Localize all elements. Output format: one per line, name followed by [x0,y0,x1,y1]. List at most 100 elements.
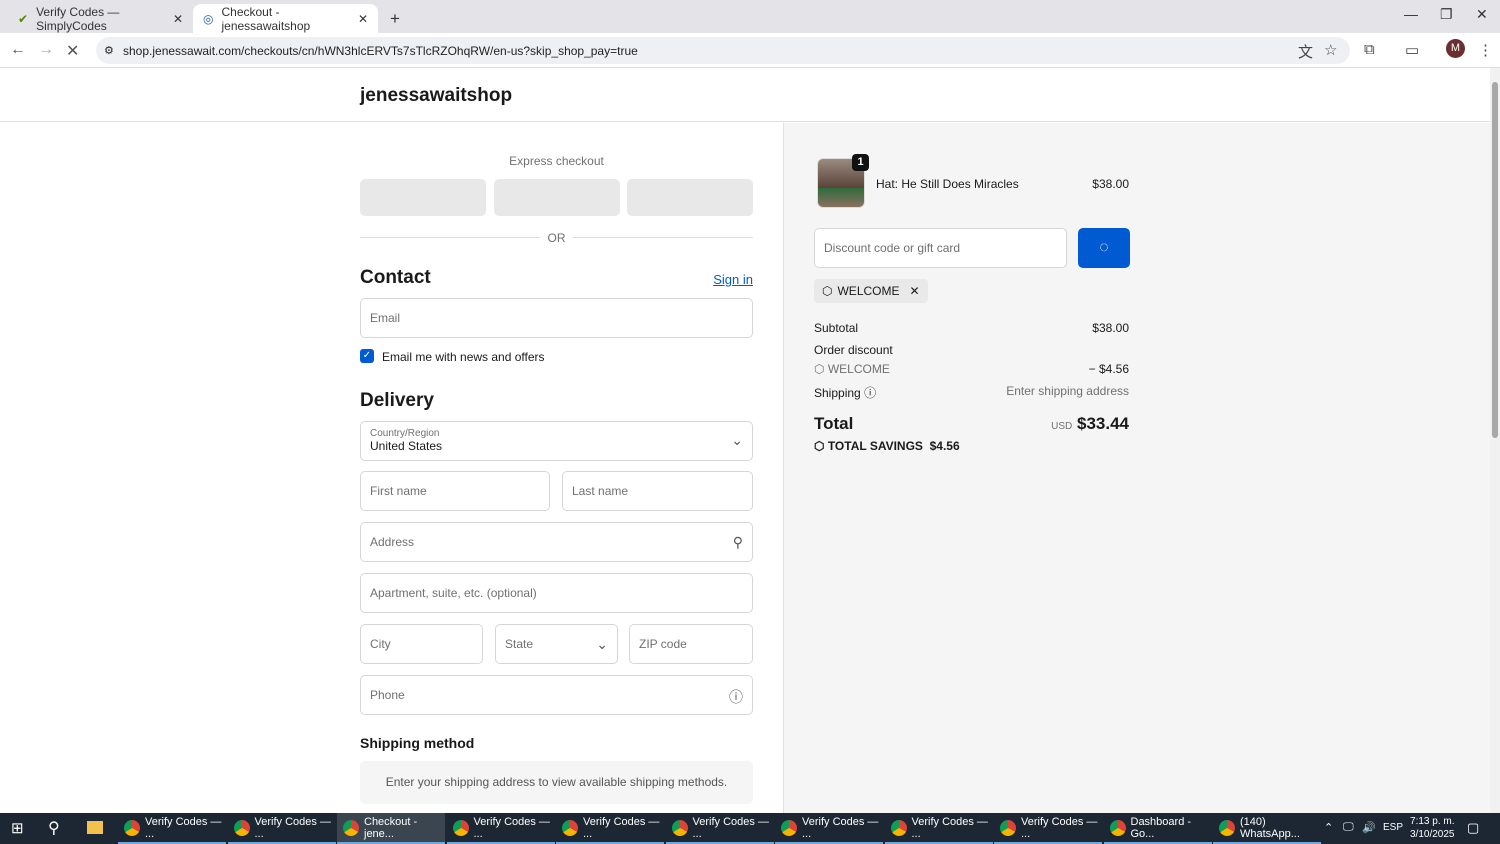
address-bar-row: ← → ✕ ⚙ shop.jenessawait.com/checkouts/cn… [0,33,1500,68]
date: 3/10/2025 [1410,829,1455,840]
minimize-button[interactable]: — [1404,6,1418,22]
tags-icon: ⬡ [814,439,828,453]
chevron-down-icon: ⌄ [596,636,608,652]
back-button[interactable]: ← [10,41,26,59]
currency: USD [1051,421,1073,432]
email-field[interactable]: Email [360,298,753,338]
restore-button[interactable]: ❐ [1440,6,1453,23]
close-tab-icon[interactable]: ✕ [173,12,183,26]
address-field[interactable]: Address ⚲ [360,522,753,562]
express-button-1[interactable] [360,179,486,216]
tag-icon: ⬡ [814,362,828,376]
quantity-badge: 1 [852,154,869,171]
profile-avatar[interactable]: M [1446,39,1465,58]
taskbar-app-10[interactable]: (140) WhatsApp... [1213,813,1321,844]
show-hidden-icons[interactable]: ⌃ [1324,821,1333,834]
volume-icon[interactable]: 🔊 [1362,821,1376,834]
file-explorer-icon[interactable] [87,821,103,834]
taskbar-app-label: Verify Codes — ... [145,815,222,840]
tab-verify-codes[interactable]: ✔ Verify Codes — SimplyCodes ✕ [8,4,193,33]
taskbar-app-7[interactable]: Verify Codes — ... [884,813,993,844]
taskbar-app-8[interactable]: Verify Codes — ... [994,813,1102,844]
taskbar-app-label: Verify Codes — ... [473,815,550,840]
tab-search-icon[interactable]: ▭ [1405,41,1419,59]
menu-icon[interactable]: ⋮ [1478,41,1493,59]
shipping-method-message: Enter your shipping address to view avai… [360,761,753,804]
total-value: $33.44 [1077,414,1129,433]
help-icon[interactable]: ⓘ [864,386,876,400]
forward-button[interactable]: → [38,41,54,59]
loading-icon: ◎ [203,11,214,26]
shipping-method-heading: Shipping method [360,735,475,751]
express-checkout-label: Express checkout [509,154,604,168]
url-input[interactable]: ⚙ shop.jenessawait.com/checkouts/cn/hWN3h… [96,37,1350,64]
last-name-field[interactable]: Last name [562,471,753,511]
scrollbar-thumb[interactable] [1492,82,1498,438]
taskbar-app-9[interactable]: Dashboard - Go... [1103,813,1212,844]
clock[interactable]: 7:13 p. m. 3/10/2025 [1410,815,1455,841]
spinner-icon: ◌ [1099,239,1109,256]
zip-field[interactable]: ZIP code [629,624,753,664]
chrome-icon [124,819,140,836]
taskbar-app-4[interactable]: Verify Codes — ... [556,813,664,844]
chrome-icon [562,819,578,836]
chrome-icon [781,819,797,836]
city-field[interactable]: City [360,624,483,664]
search-icon[interactable]: ⚲ [48,818,60,838]
extensions-icon[interactable]: ⧉ [1364,41,1375,58]
taskbar-app-0[interactable]: Verify Codes — ... [118,813,226,844]
total-line: USD $33.44 [1051,414,1129,434]
bookmark-star-icon[interactable]: ☆ [1324,41,1337,59]
newsletter-checkbox[interactable]: ✓ [360,349,374,363]
express-button-3[interactable] [627,179,753,216]
chrome-icon [452,819,469,836]
discount-code: WELCOME [827,362,890,376]
windows-start-icon[interactable]: ⊞ [11,819,24,837]
tab-bar: ✔ Verify Codes — SimplyCodes ✕ ◎ Checkout -… [0,0,1500,33]
notifications-icon[interactable]: ▢ [1467,820,1479,836]
taskbar-app-2[interactable]: Checkout - jene... [337,813,445,844]
shipping-label: Shipping [814,386,861,400]
savings-label: TOTAL SAVINGS [827,439,923,453]
apply-discount-button[interactable]: ◌ [1078,228,1130,268]
new-tab-button[interactable]: + [380,4,410,33]
taskbar-app-1[interactable]: Verify Codes — ... [227,813,336,844]
order-discount-label: Order discount [814,343,893,357]
contact-heading: Contact [360,267,431,288]
applied-discount-tag: ⬡ WELCOME ✕ [814,279,928,303]
taskbar-app-label: Dashboard - Go... [1130,815,1192,840]
apartment-field[interactable]: Apartment, suite, etc. (optional) [360,573,753,613]
shop-logo[interactable]: jenessawaitshop [360,85,512,107]
phone-placeholder: Phone [370,688,405,702]
discount-code-input[interactable]: Discount code or gift card [814,228,1067,268]
taskbar-app-5[interactable]: Verify Codes — ... [665,813,774,844]
tab-checkout[interactable]: ◎ Checkout - jenessawaitshop ✕ [193,4,378,33]
discount-code-line: ⬡ WELCOME [814,362,890,376]
chrome-icon [1109,819,1126,836]
subtotal-label: Subtotal [814,321,859,335]
network-icon[interactable]: 🖵 [1343,821,1354,834]
taskbar-app-label: Verify Codes — ... [1021,815,1098,840]
state-placeholder: State [505,637,534,651]
translate-icon[interactable]: 文 [1298,41,1313,62]
page-scrollbar[interactable] [1490,68,1500,813]
delivery-heading: Delivery [360,390,434,411]
sign-in-link[interactable]: Sign in [713,272,753,287]
help-icon[interactable]: ⓘ [729,687,743,707]
express-button-2[interactable] [494,179,620,216]
state-select[interactable]: State ⌄ [495,624,618,664]
first-name-field[interactable]: First name [360,471,550,511]
site-info-icon[interactable]: ⚙ [104,44,114,57]
close-window-button[interactable]: ✕ [1476,6,1488,23]
taskbar-app-label: Verify Codes — ... [692,815,769,840]
taskbar-app-label: (140) WhatsApp... [1240,815,1300,840]
phone-field[interactable]: Phone ⓘ [360,675,753,715]
remove-discount-icon[interactable]: ✕ [910,284,920,298]
taskbar-app-6[interactable]: Verify Codes — ... [775,813,883,844]
or-divider-label: OR [540,231,573,245]
taskbar-app-3[interactable]: Verify Codes — ... [446,813,555,844]
country-select[interactable]: Country/Region United States ⌄ [360,421,753,461]
language-indicator[interactable]: ESP [1383,822,1403,833]
close-tab-icon[interactable]: ✕ [358,12,368,26]
stop-button[interactable]: ✕ [66,41,79,61]
